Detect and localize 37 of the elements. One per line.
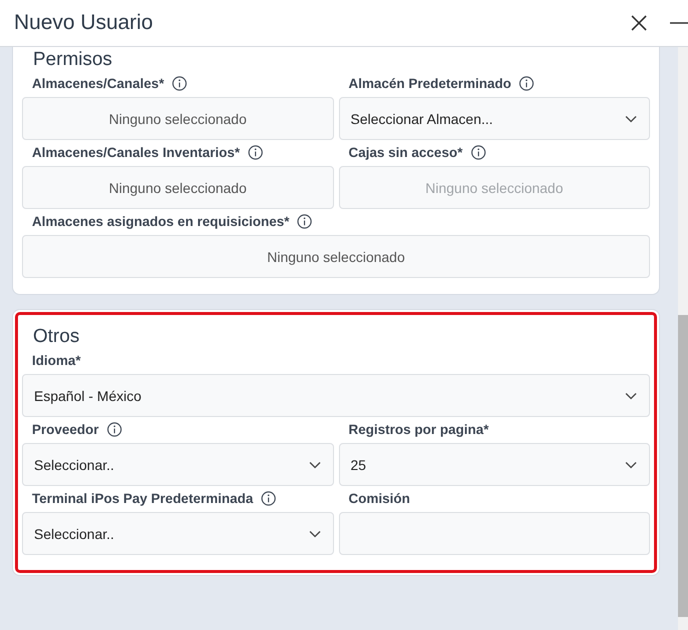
scrollbar[interactable] xyxy=(678,47,688,630)
field-label: Terminal iPos Pay Predeterminada xyxy=(32,491,254,506)
info-icon[interactable] xyxy=(106,422,122,437)
scrollbar-thumb[interactable] xyxy=(678,315,688,617)
section-title: Otros xyxy=(32,326,80,348)
info-icon[interactable] xyxy=(172,76,188,91)
info-icon[interactable] xyxy=(261,491,276,506)
dropdown[interactable]: 25 xyxy=(338,443,650,486)
chevron-down-icon xyxy=(625,392,637,400)
multiselect-field[interactable]: Ninguno seleccionado xyxy=(22,235,650,278)
field-label: Almacenes asignados en requisiciones* xyxy=(32,214,290,229)
input-field[interactable] xyxy=(338,512,650,555)
chevron-down-icon xyxy=(308,530,320,538)
info-icon[interactable] xyxy=(297,214,312,229)
window-title: Nuevo Usuario xyxy=(14,11,153,35)
section-title: Permisos xyxy=(32,49,114,71)
close-icon[interactable] xyxy=(630,14,648,32)
field-label: Almacenes/Canales* xyxy=(32,76,164,91)
dropdown[interactable]: Español - México xyxy=(22,374,650,417)
field-label: Comisión xyxy=(348,491,410,506)
dropdown[interactable]: Seleccionar.. xyxy=(22,512,334,555)
chevron-down-icon xyxy=(625,114,637,122)
field-label: Almacenes/Canales Inventarios* xyxy=(32,145,240,160)
minimize-icon[interactable] xyxy=(670,22,688,24)
multiselect-field[interactable]: Ninguno seleccionado xyxy=(22,97,334,140)
field-label: Almacén Predeterminado xyxy=(348,76,512,91)
field-label: Idioma* xyxy=(32,353,81,368)
chevron-down-icon xyxy=(308,460,320,468)
info-icon[interactable] xyxy=(519,76,534,91)
field-label: Registros por pagina* xyxy=(348,422,489,437)
dropdown[interactable]: Seleccionar Almacen... xyxy=(338,97,650,140)
field-label: Cajas sin acceso* xyxy=(348,145,463,160)
chevron-down-icon xyxy=(625,460,637,468)
multiselect-field[interactable]: Ninguno seleccionado xyxy=(22,166,334,209)
info-icon[interactable] xyxy=(248,145,263,160)
dropdown[interactable]: Seleccionar.. xyxy=(22,443,334,486)
field-label: Proveedor xyxy=(32,422,99,437)
